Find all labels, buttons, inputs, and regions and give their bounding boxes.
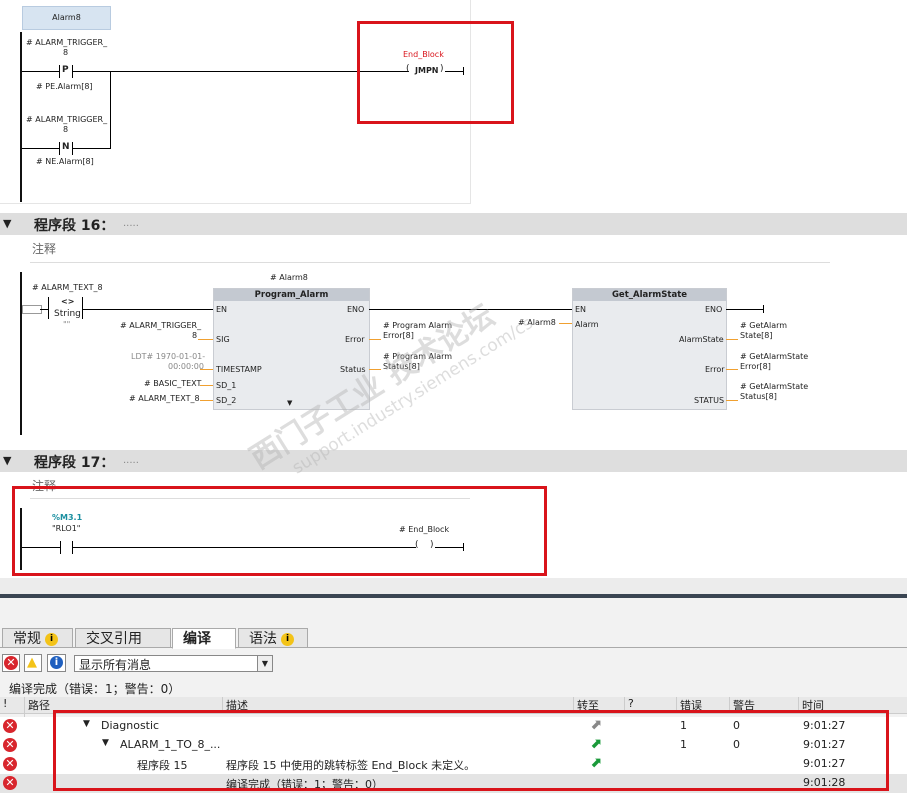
tab-general-label: 常规 — [13, 631, 41, 647]
collapse-icon[interactable]: ▼ — [3, 217, 11, 230]
contact2-label: # ALARM_TRIGGER_ — [26, 115, 108, 124]
sig-tag2: 8 — [192, 331, 198, 340]
block1-title: Program_Alarm — [214, 289, 369, 301]
b2-en: EN — [575, 305, 587, 314]
input-tag: # ALARM_TEXT_8 — [32, 283, 103, 292]
b2-alarm: Alarm — [575, 320, 599, 329]
message-filter-value: 显示所有消息 — [79, 658, 152, 672]
tab-cross-ref[interactable]: 交叉引用 — [75, 628, 171, 648]
error-icon: ✕ — [3, 757, 17, 771]
warning-icon: i — [45, 632, 58, 646]
network17-dots: ..... — [123, 455, 139, 466]
warning-icon: i — [281, 632, 294, 646]
out3a: # GetAlarmState — [740, 382, 809, 391]
network17-title: 程序段 17： — [34, 455, 115, 471]
get-alarmstate-block[interactable]: Get_AlarmState — [572, 288, 727, 410]
col-q[interactable]: ? — [628, 697, 634, 710]
collapse-icon[interactable]: ▼ — [3, 454, 11, 467]
network16-title: 程序段 16： — [34, 218, 115, 234]
tab-general[interactable]: 常规 i — [2, 628, 73, 648]
b2-eno: ENO — [705, 305, 723, 314]
contact2-sub: # NE.Alarm[8] — [36, 157, 94, 166]
string-input-box[interactable] — [22, 305, 42, 314]
block1-expand-arrow[interactable]: ▼ — [287, 399, 292, 407]
info-icon: i — [50, 656, 63, 669]
compile-summary: 编译完成（错误：1；警告：0） — [9, 682, 181, 696]
tab-syntax-label: 语法 — [249, 631, 277, 647]
contact1-label: # ALARM_TRIGGER_ — [26, 38, 108, 47]
b1-timestamp: TIMESTAMP — [216, 365, 262, 374]
power-rail — [20, 32, 22, 202]
message-filter-select[interactable]: 显示所有消息 ▼ — [74, 655, 273, 672]
network16-comment-box[interactable] — [30, 237, 830, 263]
network16-header[interactable]: ▼ 程序段 16： ..... — [0, 213, 907, 235]
tab-compile[interactable]: 编译 — [172, 628, 236, 649]
out1a: # GetAlarm — [740, 321, 788, 330]
out3b: Status[8] — [740, 392, 777, 401]
sig-tag: # ALARM_TRIGGER_ — [120, 321, 202, 330]
b1-eno: ENO — [347, 305, 365, 314]
convert-type: String — [54, 309, 81, 319]
filter-info-button[interactable]: i — [47, 654, 66, 672]
network16-dots: ..... — [123, 218, 139, 229]
convert-sub: "" — [63, 320, 71, 329]
convert-symbol: <> — [61, 297, 75, 306]
b2-error: Error — [705, 365, 725, 374]
power-rail-16 — [20, 272, 22, 435]
sd1-tag: # BASIC_TEXT — [144, 379, 202, 388]
b1-error: Error — [345, 335, 365, 344]
dropdown-arrow-icon[interactable]: ▼ — [257, 656, 272, 671]
out1b: State[8] — [740, 331, 773, 340]
b2-alarmstate: AlarmState — [679, 335, 724, 344]
contact1-symbol[interactable]: P — [62, 65, 69, 75]
contact1-sub: # PE.Alarm[8] — [36, 82, 93, 91]
block2-title: Get_AlarmState — [573, 289, 726, 301]
filter-error-button[interactable]: ✕ — [2, 654, 20, 672]
contact2-symbol[interactable]: N — [62, 142, 70, 152]
highlight-network17 — [12, 486, 547, 576]
highlight-jmpn — [357, 21, 514, 124]
b1-sig: SIG — [216, 335, 230, 344]
error-icon: ✕ — [3, 719, 17, 733]
contact1-label2: 8 — [63, 48, 69, 57]
error-icon: ✕ — [4, 656, 18, 670]
contact2-label2: 8 — [63, 125, 69, 134]
col-path[interactable]: 路径 — [28, 697, 50, 713]
warning-triangle-icon: ▲ — [27, 655, 37, 670]
b1-sd2: SD_2 — [216, 396, 237, 405]
tag-box[interactable]: Alarm8 — [22, 6, 111, 30]
col-bang[interactable]: ! — [3, 697, 7, 710]
error-icon: ✕ — [3, 776, 17, 790]
network17-header[interactable]: ▼ 程序段 17： ..... — [0, 450, 907, 472]
b2-status: STATUS — [694, 396, 725, 405]
timestamp-tag: LDT# 1970-01-01- — [131, 352, 206, 361]
out2a: # GetAlarmState — [740, 352, 809, 361]
tab-cross-ref-label: 交叉引用 — [86, 631, 142, 647]
block1-instance: # Alarm8 — [270, 273, 308, 282]
tab-compile-label: 编译 — [183, 631, 211, 647]
tab-syntax[interactable]: 语法 i — [238, 628, 308, 648]
highlight-results — [53, 710, 889, 791]
error-icon: ✕ — [3, 738, 17, 752]
sd2-tag: # ALARM_TEXT_8 — [129, 394, 200, 403]
b1-sd1: SD_1 — [216, 381, 237, 390]
editor-scroll-strip[interactable] — [0, 578, 907, 594]
out2b: Error[8] — [740, 362, 771, 371]
filter-warning-button[interactable]: ▲ — [24, 654, 42, 672]
network16-comment[interactable]: 注释 — [32, 240, 56, 257]
timestamp-tag2: 00:00:00 — [168, 362, 204, 371]
b1-en: EN — [216, 305, 228, 314]
